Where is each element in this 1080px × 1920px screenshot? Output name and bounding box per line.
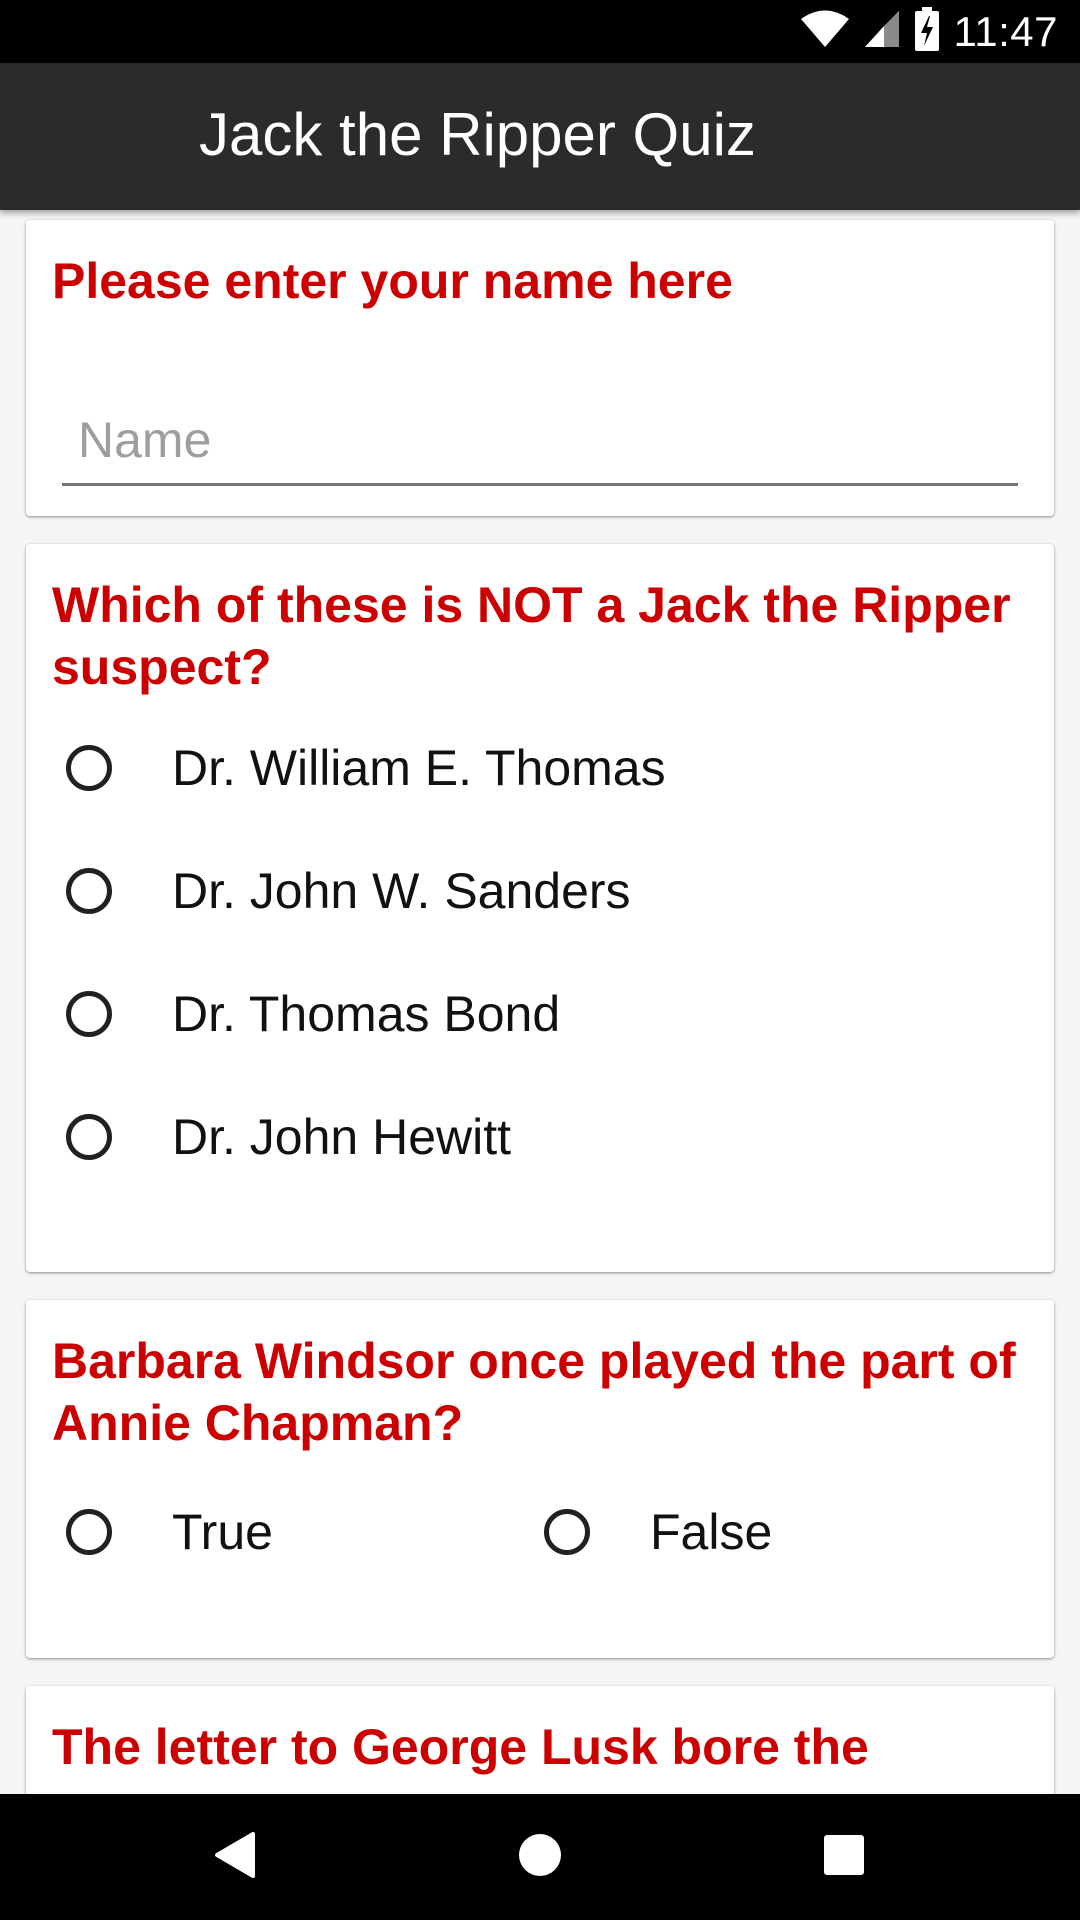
- radio-option-label: False: [650, 1504, 773, 1560]
- name-input[interactable]: [62, 396, 1018, 486]
- status-time: 11:47: [953, 7, 1058, 55]
- recents-button[interactable]: [799, 1812, 889, 1902]
- status-icons: 11:47: [800, 0, 1059, 63]
- name-card: Please enter your name here: [26, 220, 1054, 516]
- question-text: Barbara Windsor once played the part of …: [52, 1333, 1016, 1451]
- radio-option-label: Dr. Thomas Bond: [172, 986, 561, 1042]
- app-title: Jack the Ripper Quiz: [199, 101, 756, 168]
- radio-option-william-thomas[interactable]: Dr. William E. Thomas: [66, 718, 666, 818]
- question-card-suspect: Which of these is NOT a Jack the Ripper …: [26, 544, 1054, 1272]
- radio-option-john-hewitt[interactable]: Dr. John Hewitt: [66, 1087, 511, 1187]
- radio-button-icon[interactable]: [66, 868, 112, 914]
- recents-icon: [823, 1834, 865, 1881]
- radio-option-label: True: [172, 1504, 273, 1560]
- radio-button-icon[interactable]: [66, 1114, 112, 1160]
- radio-option-thomas-bond[interactable]: Dr. Thomas Bond: [66, 964, 560, 1064]
- question-text: The letter to George Lusk bore the: [52, 1719, 869, 1775]
- question-text: Which of these is NOT a Jack the Ripper …: [52, 577, 1011, 695]
- name-prompt: Please enter your name here: [52, 253, 733, 309]
- radio-option-label: Dr. William E. Thomas: [172, 740, 666, 796]
- radio-button-icon[interactable]: [66, 1509, 112, 1555]
- quiz-content[interactable]: Please enter your name here Which of the…: [0, 210, 1080, 1794]
- radio-option-john-sanders[interactable]: Dr. John W. Sanders: [66, 841, 631, 941]
- home-icon: [517, 1832, 563, 1883]
- back-icon: [213, 1831, 257, 1884]
- wifi-icon: [800, 10, 850, 53]
- status-bar: 11:47: [0, 0, 1080, 63]
- radio-option-label: Dr. John Hewitt: [172, 1109, 512, 1165]
- radio-option-true[interactable]: True: [66, 1482, 273, 1582]
- battery-charging-icon: [914, 7, 940, 56]
- radio-button-icon[interactable]: [66, 991, 112, 1037]
- home-button[interactable]: [495, 1812, 585, 1902]
- navigation-bar: [0, 1794, 1080, 1920]
- radio-button-icon[interactable]: [66, 745, 112, 791]
- back-button[interactable]: [190, 1812, 280, 1902]
- radio-button-icon[interactable]: [544, 1509, 590, 1555]
- quiz-screen: 11:47 Jack the Ripper Quiz Please enter …: [0, 0, 1080, 1920]
- app-bar: Jack the Ripper Quiz: [0, 63, 1080, 210]
- cell-signal-icon: [864, 10, 900, 53]
- question-card-barbara-windsor: Barbara Windsor once played the part of …: [26, 1300, 1054, 1658]
- question-card-george-lusk: The letter to George Lusk bore the: [26, 1686, 1054, 1794]
- radio-option-false[interactable]: False: [544, 1482, 772, 1582]
- radio-option-label: Dr. John W. Sanders: [172, 863, 631, 919]
